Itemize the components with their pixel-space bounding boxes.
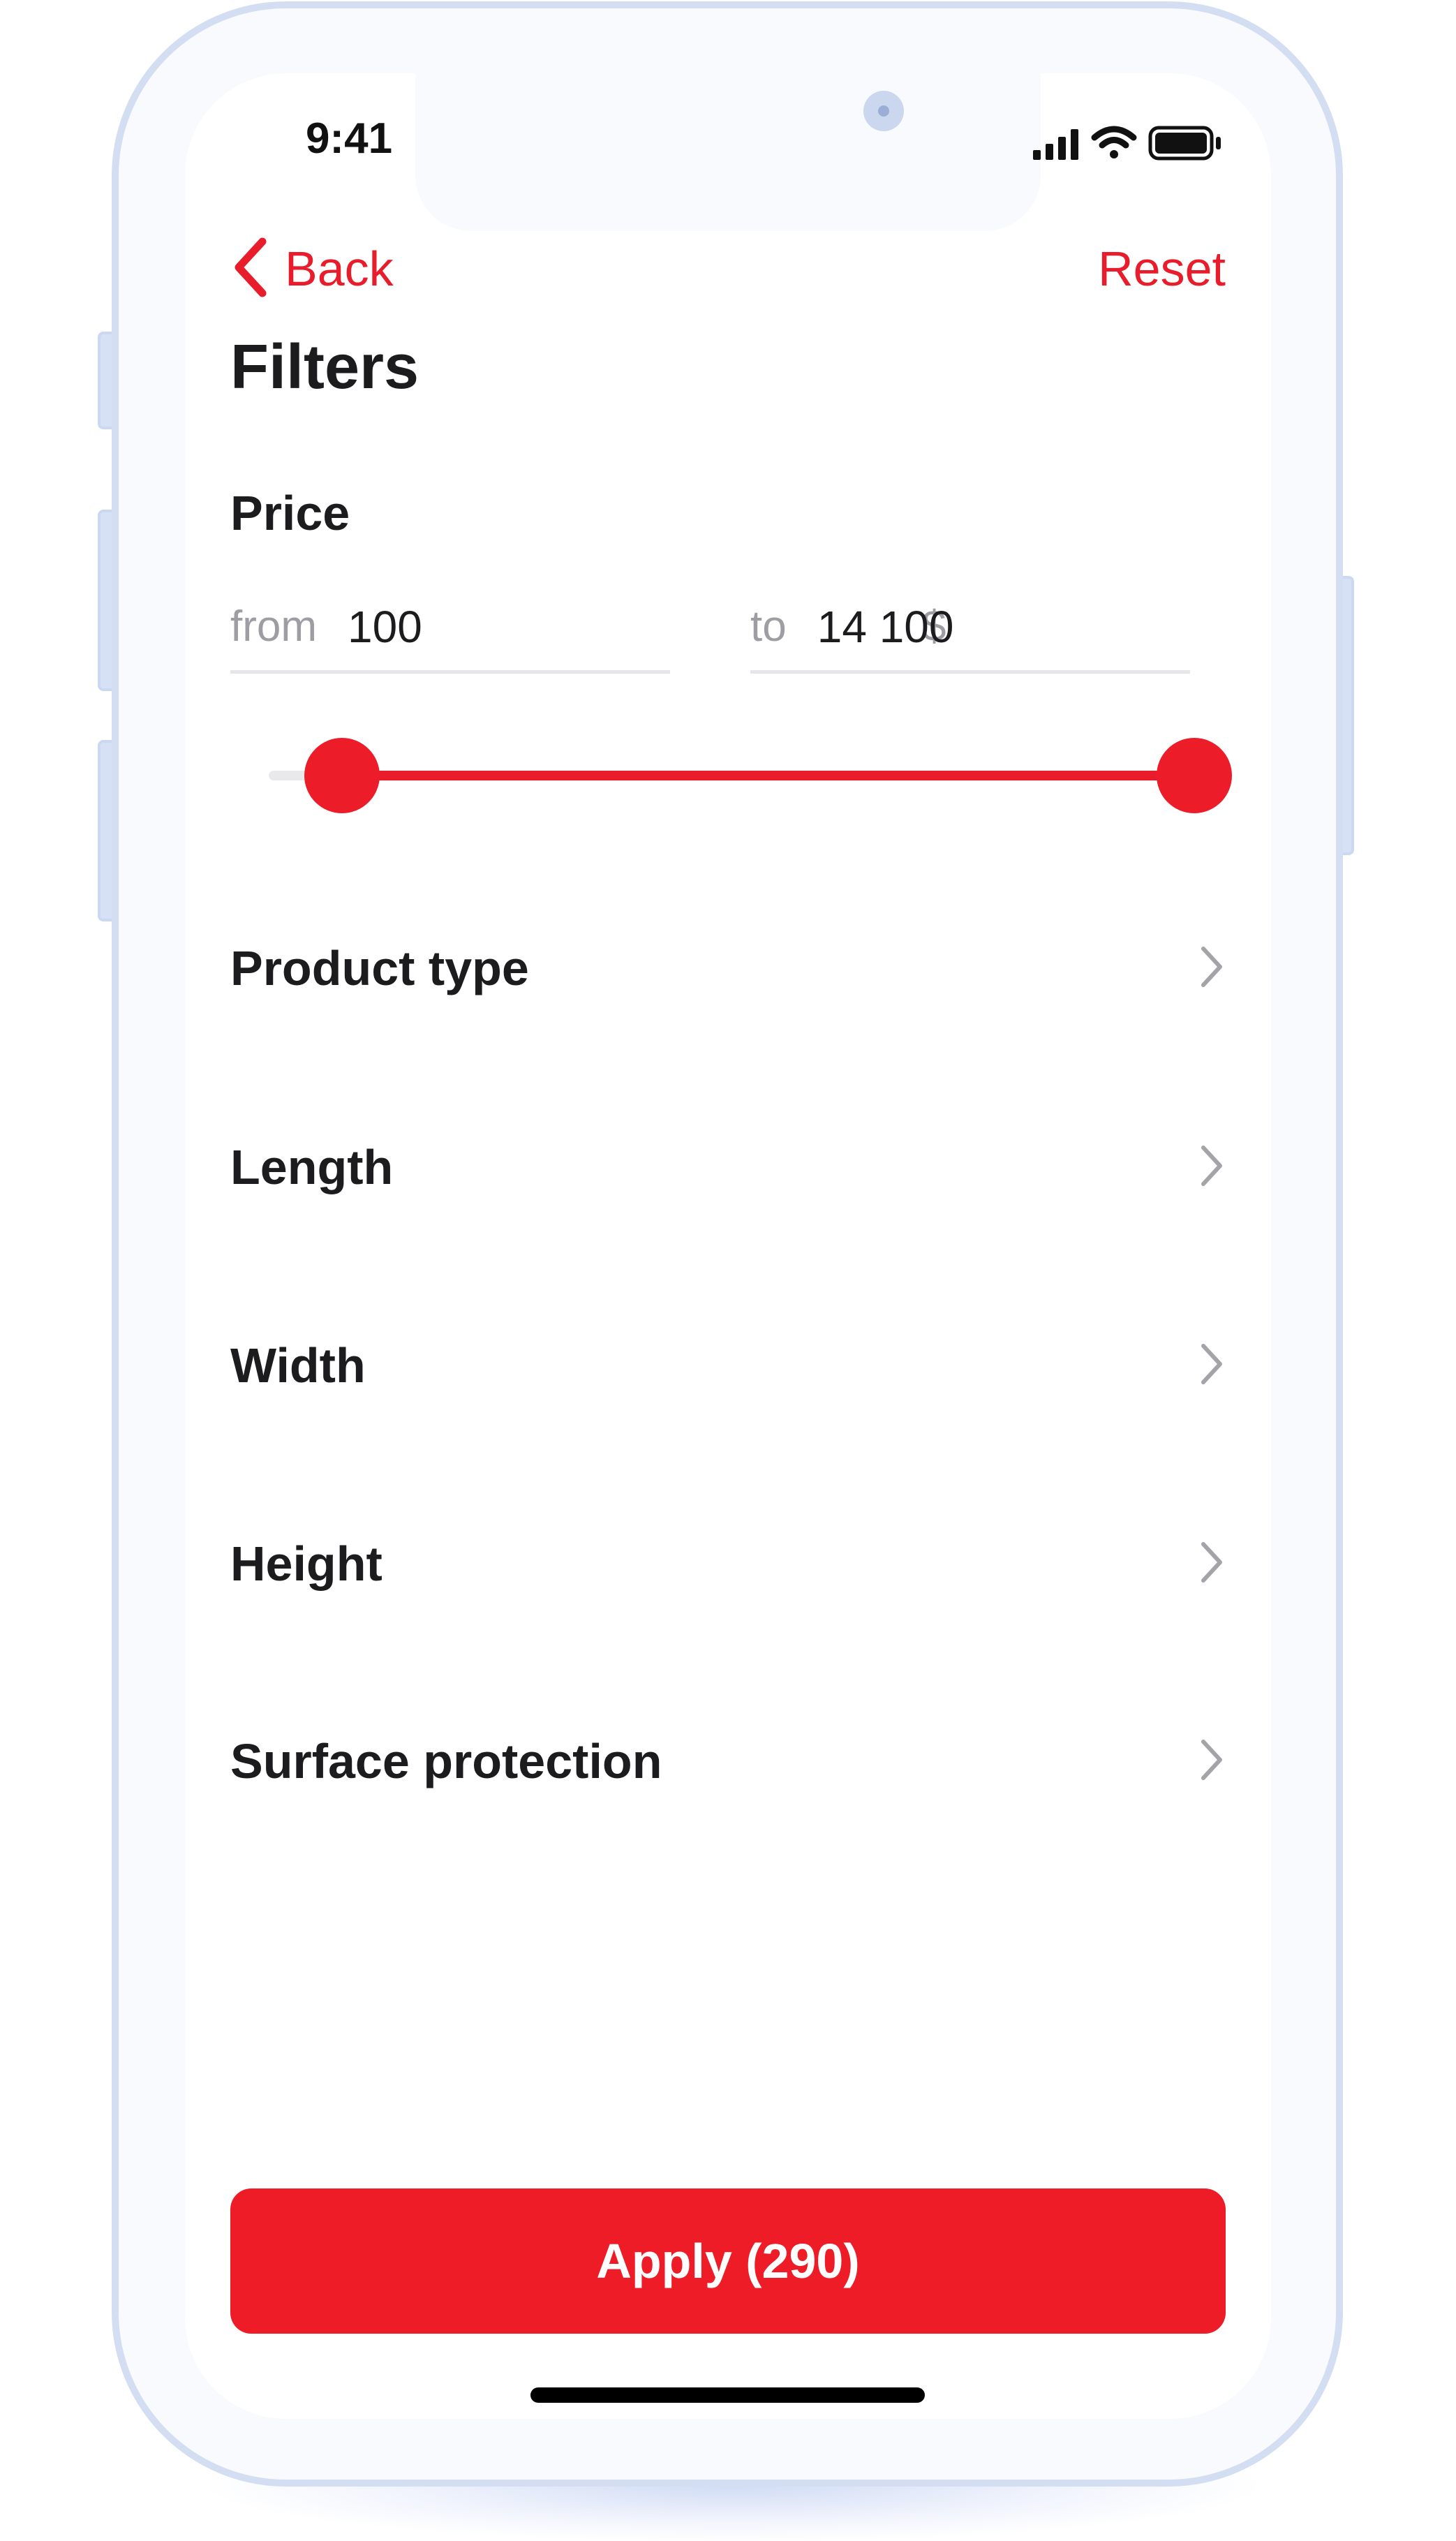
chevron-left-icon <box>230 236 269 302</box>
wifi-icon <box>1091 126 1137 158</box>
filter-row-width[interactable]: Width <box>230 1313 1226 1418</box>
page-title: Filters <box>230 332 419 402</box>
slider-min-handle[interactable] <box>304 738 380 813</box>
filter-row-label: Product type <box>230 941 529 995</box>
filter-row-label: Width <box>230 1338 366 1393</box>
front-camera <box>863 91 904 131</box>
price-from-prefix: from <box>230 602 317 651</box>
filter-row-length[interactable]: Length <box>230 1115 1226 1220</box>
price-section-label: Price <box>230 486 350 540</box>
filter-row-label: Surface protection <box>230 1734 662 1788</box>
price-to-input[interactable] <box>817 600 1271 653</box>
price-range-slider[interactable] <box>269 719 1232 831</box>
slider-selected-range <box>341 771 1194 780</box>
chevron-right-icon <box>1198 1143 1226 1192</box>
chevron-right-icon <box>1198 1540 1226 1588</box>
slider-max-handle[interactable] <box>1157 738 1232 813</box>
filter-row-surface-protection[interactable]: Surface protection <box>230 1709 1226 1814</box>
status-icons <box>1033 124 1242 165</box>
price-to-prefix: to <box>750 602 787 651</box>
price-to-field[interactable]: to $ <box>750 583 1271 674</box>
back-button[interactable]: Back <box>230 230 394 307</box>
apply-button[interactable]: Apply (290) <box>230 2188 1226 2334</box>
chevron-right-icon <box>1198 1342 1226 1390</box>
cellular-signal-icon <box>1033 129 1078 160</box>
battery-icon <box>1148 126 1221 161</box>
chevron-right-icon <box>1198 1738 1226 1786</box>
home-indicator <box>530 2387 925 2403</box>
reset-button[interactable]: Reset <box>1098 230 1226 307</box>
filter-row-product-type[interactable]: Product type <box>230 916 1226 1021</box>
status-time: 9:41 <box>305 114 393 163</box>
filter-row-label: Length <box>230 1140 394 1194</box>
filter-row-height[interactable]: Height <box>230 1511 1226 1616</box>
back-button-label: Back <box>285 242 394 296</box>
device-notch <box>415 73 1041 231</box>
app-screen: 9:41 Back Reset Filters Price from 100 $… <box>185 73 1271 2419</box>
price-from-field[interactable]: from $ <box>230 583 946 674</box>
filter-row-label: Height <box>230 1536 382 1591</box>
chevron-right-icon <box>1198 944 1226 993</box>
